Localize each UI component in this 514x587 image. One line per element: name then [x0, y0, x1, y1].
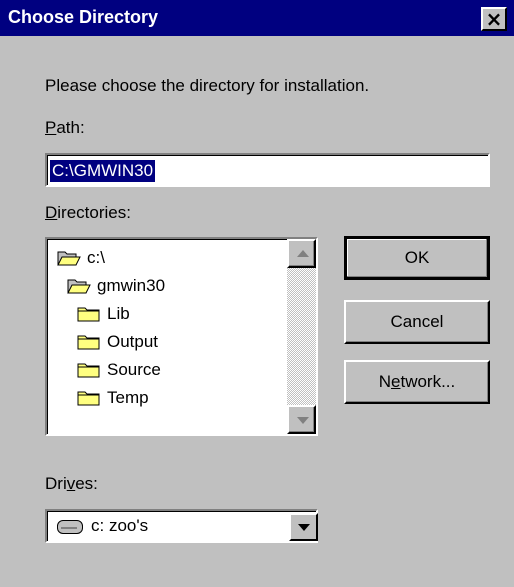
list-item[interactable]: c:\: [57, 244, 105, 272]
dropdown-button[interactable]: [289, 513, 318, 541]
network-button-label: Network...: [378, 372, 456, 391]
window-title: Choose Directory: [8, 7, 159, 27]
ok-button-label: OK: [404, 248, 430, 267]
path-value: C:\GMWIN30: [50, 160, 156, 182]
path-label: Path:: [45, 118, 85, 137]
drives-label: Drives:: [45, 474, 98, 493]
close-button[interactable]: ×: [481, 7, 507, 31]
ok-button[interactable]: OK: [344, 236, 490, 280]
list-item-label: gmwin30: [97, 276, 166, 295]
open-folder-icon: [57, 249, 81, 267]
scroll-up-button[interactable]: [287, 239, 316, 268]
list-item-label: Output: [107, 332, 159, 351]
list-item[interactable]: Output: [77, 328, 158, 356]
scroll-down-button[interactable]: [287, 405, 316, 434]
instructions-text: Please choose the directory for installa…: [45, 76, 370, 95]
drive-selected: c: zoo's: [91, 516, 149, 535]
open-folder-icon: [67, 277, 91, 295]
path-input[interactable]: C:\GMWIN30: [45, 153, 490, 187]
list-item[interactable]: Temp: [77, 384, 149, 412]
list-item-label: Source: [107, 360, 161, 379]
list-item-label: Lib: [107, 304, 130, 323]
network-button[interactable]: Network...: [344, 360, 490, 404]
drives-dropdown[interactable]: c: zoo's: [45, 509, 318, 543]
folder-icon: [77, 389, 101, 407]
cancel-button[interactable]: Cancel: [344, 300, 490, 344]
directories-listbox[interactable]: c:\ gmwin30 Lib Output Source Temp: [45, 237, 318, 436]
hard-drive-icon: [57, 520, 83, 534]
list-item-label: Temp: [107, 388, 149, 407]
arrow-down-icon: [297, 417, 309, 424]
arrow-up-icon: [297, 250, 309, 257]
chevron-down-icon: [298, 524, 310, 531]
list-item-label: c:\: [87, 248, 105, 267]
folder-icon: [77, 305, 101, 323]
close-icon: ×: [485, 7, 503, 31]
list-item[interactable]: Lib: [77, 300, 130, 328]
cancel-button-label: Cancel: [390, 312, 444, 331]
folder-icon: [77, 333, 101, 351]
title-bar: Choose Directory ×: [0, 0, 514, 36]
directories-label: Directories:: [45, 203, 131, 222]
list-item[interactable]: gmwin30: [67, 272, 165, 300]
folder-icon: [77, 361, 101, 379]
list-item[interactable]: Source: [77, 356, 161, 384]
